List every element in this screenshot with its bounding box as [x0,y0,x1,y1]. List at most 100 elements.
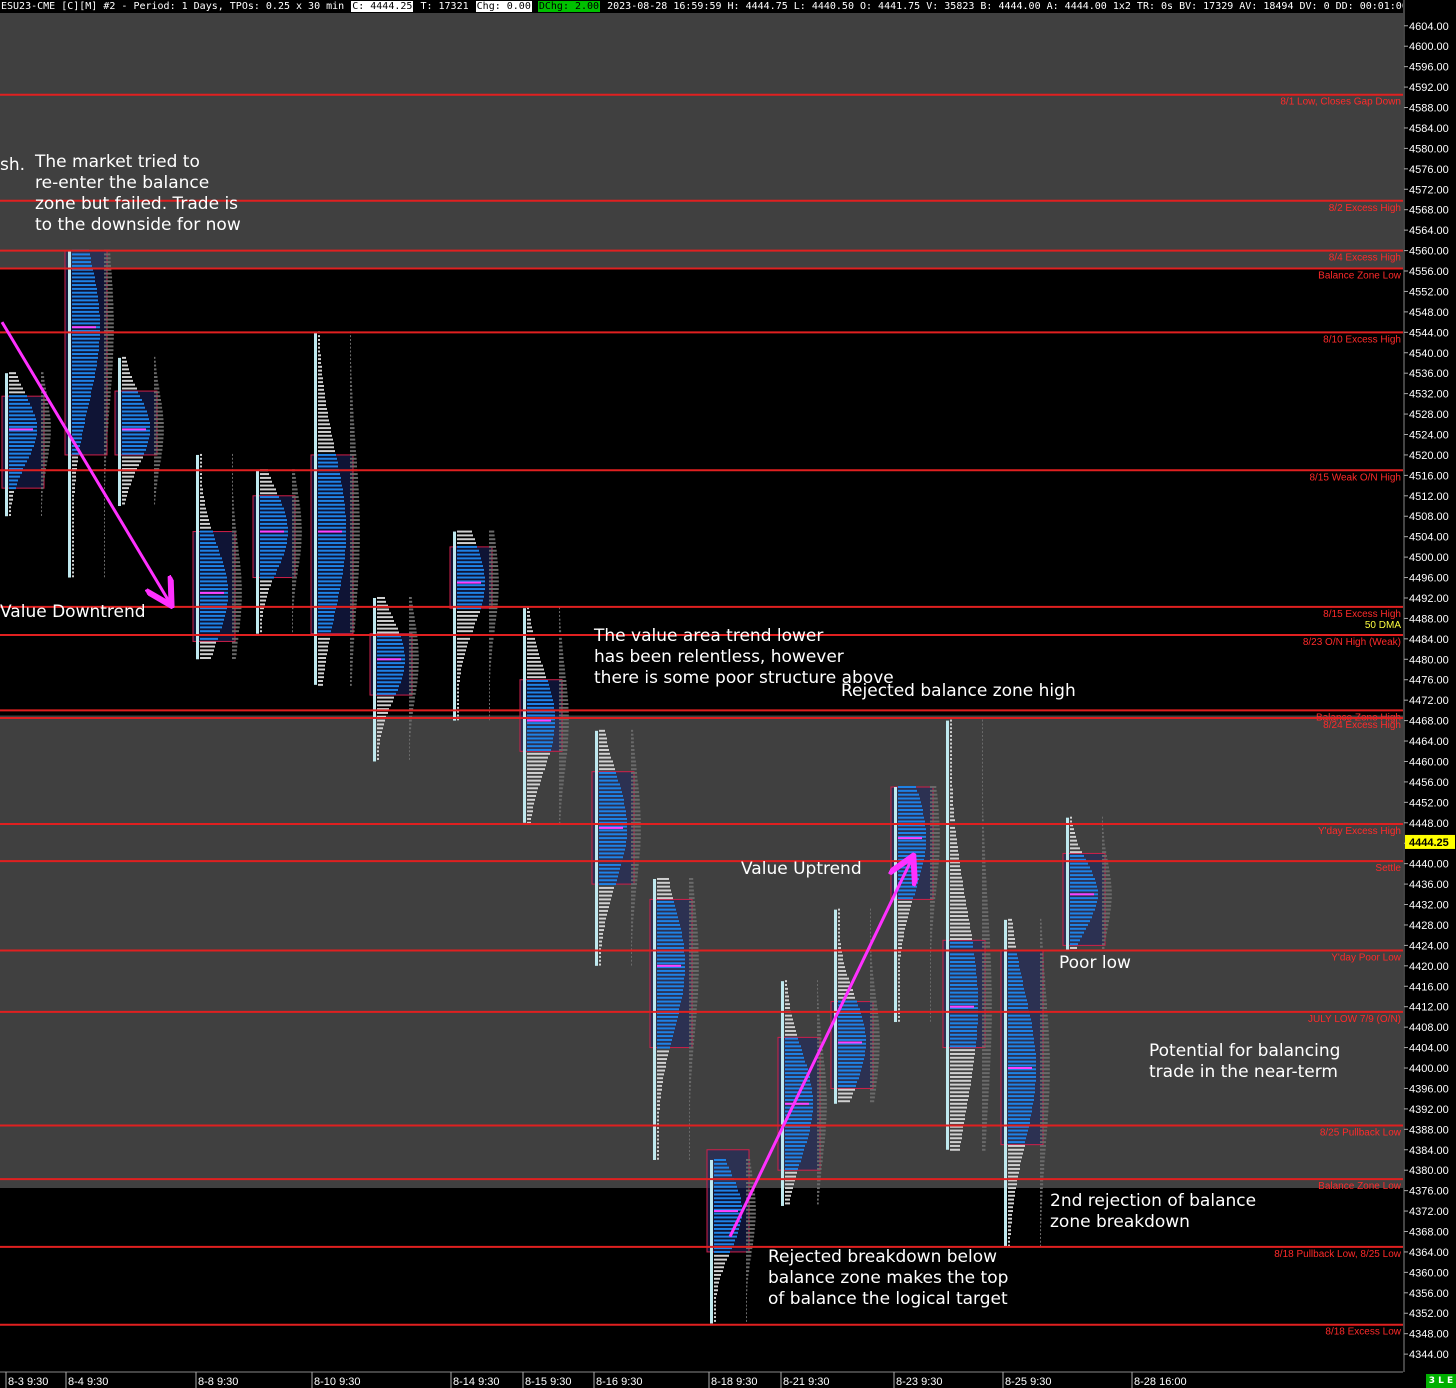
vbp-row [689,985,699,988]
tpo-row [898,962,900,965]
vbp-row [232,530,237,533]
tpo-row [318,496,344,499]
vbp-row [1040,1141,1046,1144]
tpo-row [898,843,926,846]
tpo-row [9,414,35,417]
tpo-row [9,498,13,501]
y-tick-label: 4392.00 [1409,1104,1449,1116]
chart-canvas[interactable]: 8/1 Low, Closes Gap Down8/2 Excess High8… [0,0,1456,1388]
tpo-row [950,1098,968,1101]
vbp-row [232,565,241,568]
vbp-row [350,499,360,502]
vbp-row [631,963,632,966]
tpo-row [260,599,266,602]
tpo-row [1008,1060,1036,1063]
vbp-row [559,691,568,694]
tpo-row [657,1119,659,1122]
vbp-row [41,414,51,417]
vbp-row [870,927,871,930]
vbp-row [350,335,351,338]
vbp-row [631,894,636,897]
tpo-row [318,369,322,372]
vbp-row [104,272,112,275]
vbp-row [559,794,563,797]
vbp-row [350,591,358,594]
market-profile-chart[interactable]: 8/1 Low, Closes Gap Down 8/2 Excess High 8… [0,0,1456,1388]
tpo-row [714,1197,741,1200]
vbp-row [982,723,983,726]
tpo-row [260,588,269,591]
tpo-row [318,457,337,460]
vbp-row [817,1118,827,1121]
vbp-row [104,295,114,298]
y-tick-label: 4584.00 [1409,123,1449,135]
vbp-row [154,410,163,413]
vbp-row [559,626,561,629]
tpo-row [1008,1014,1030,1017]
tpo-row [72,337,100,340]
level-label: Balance Zone Low [1318,1181,1402,1192]
vbp-row [559,614,561,617]
tpo-row [1008,1225,1011,1228]
vbp-row [409,711,413,714]
vbp-row [870,1092,876,1095]
vbp-row [232,511,235,514]
vbp-row [689,1092,691,1095]
vbp-row [104,402,110,405]
tpo-row [898,927,905,930]
tpo-row [527,649,538,652]
tpo-row [838,1050,865,1053]
vbp-row [104,391,111,394]
vbp-row [982,727,983,730]
tpo-row [122,452,144,455]
tpo-row [1008,1221,1012,1224]
vbp-row [689,977,699,980]
tpo-row [1008,1141,1025,1144]
vbp-row [409,631,417,634]
tpo-row [72,387,92,390]
tpo-row [72,303,99,306]
vbp-row [982,1018,992,1021]
vbp-row [1040,1060,1050,1063]
tpo-row [1008,941,1015,944]
status-close: C: 4444.25 [351,1,414,12]
status-change: Chg: 0.00 [475,1,532,12]
vbp-row [154,425,164,428]
vbp-row [982,999,992,1002]
vbp-row [154,452,162,455]
tpo-row [898,1004,900,1007]
vbp-row [1040,1087,1050,1090]
vbp-row [1040,1037,1050,1040]
tpo-row [898,874,920,877]
tpo-row [1008,1202,1014,1205]
vbp-row [930,893,936,896]
vbp-row [350,641,354,644]
vbp-row [1040,1083,1050,1086]
vbp-row [817,1079,826,1082]
vbp-row [409,627,417,630]
vbp-row [689,1058,693,1061]
tpo-row [527,791,537,794]
vbp-row [689,1046,694,1049]
vbp-row [489,545,496,548]
tpo-row [1008,1133,1027,1136]
tpo-row [122,356,126,359]
tpo-row [838,1038,866,1041]
vbp-row [292,568,298,571]
tpo-row [200,492,203,495]
tpo-row [838,935,840,938]
tpo-row [950,980,977,983]
tpo-row [898,954,901,957]
tpo-row [898,1008,900,1011]
tpo-row [527,611,530,614]
vbp-row [292,530,302,533]
vbp-row [689,1008,697,1011]
tpo-row [950,1148,960,1151]
range-stem [834,909,837,1104]
tpo-row [122,464,139,467]
vbp-row [292,549,301,552]
y-tick-label: 4460.00 [1409,756,1449,768]
vbp-row [1102,912,1111,915]
vbp-row [689,1077,692,1080]
vbp-row [489,557,498,560]
